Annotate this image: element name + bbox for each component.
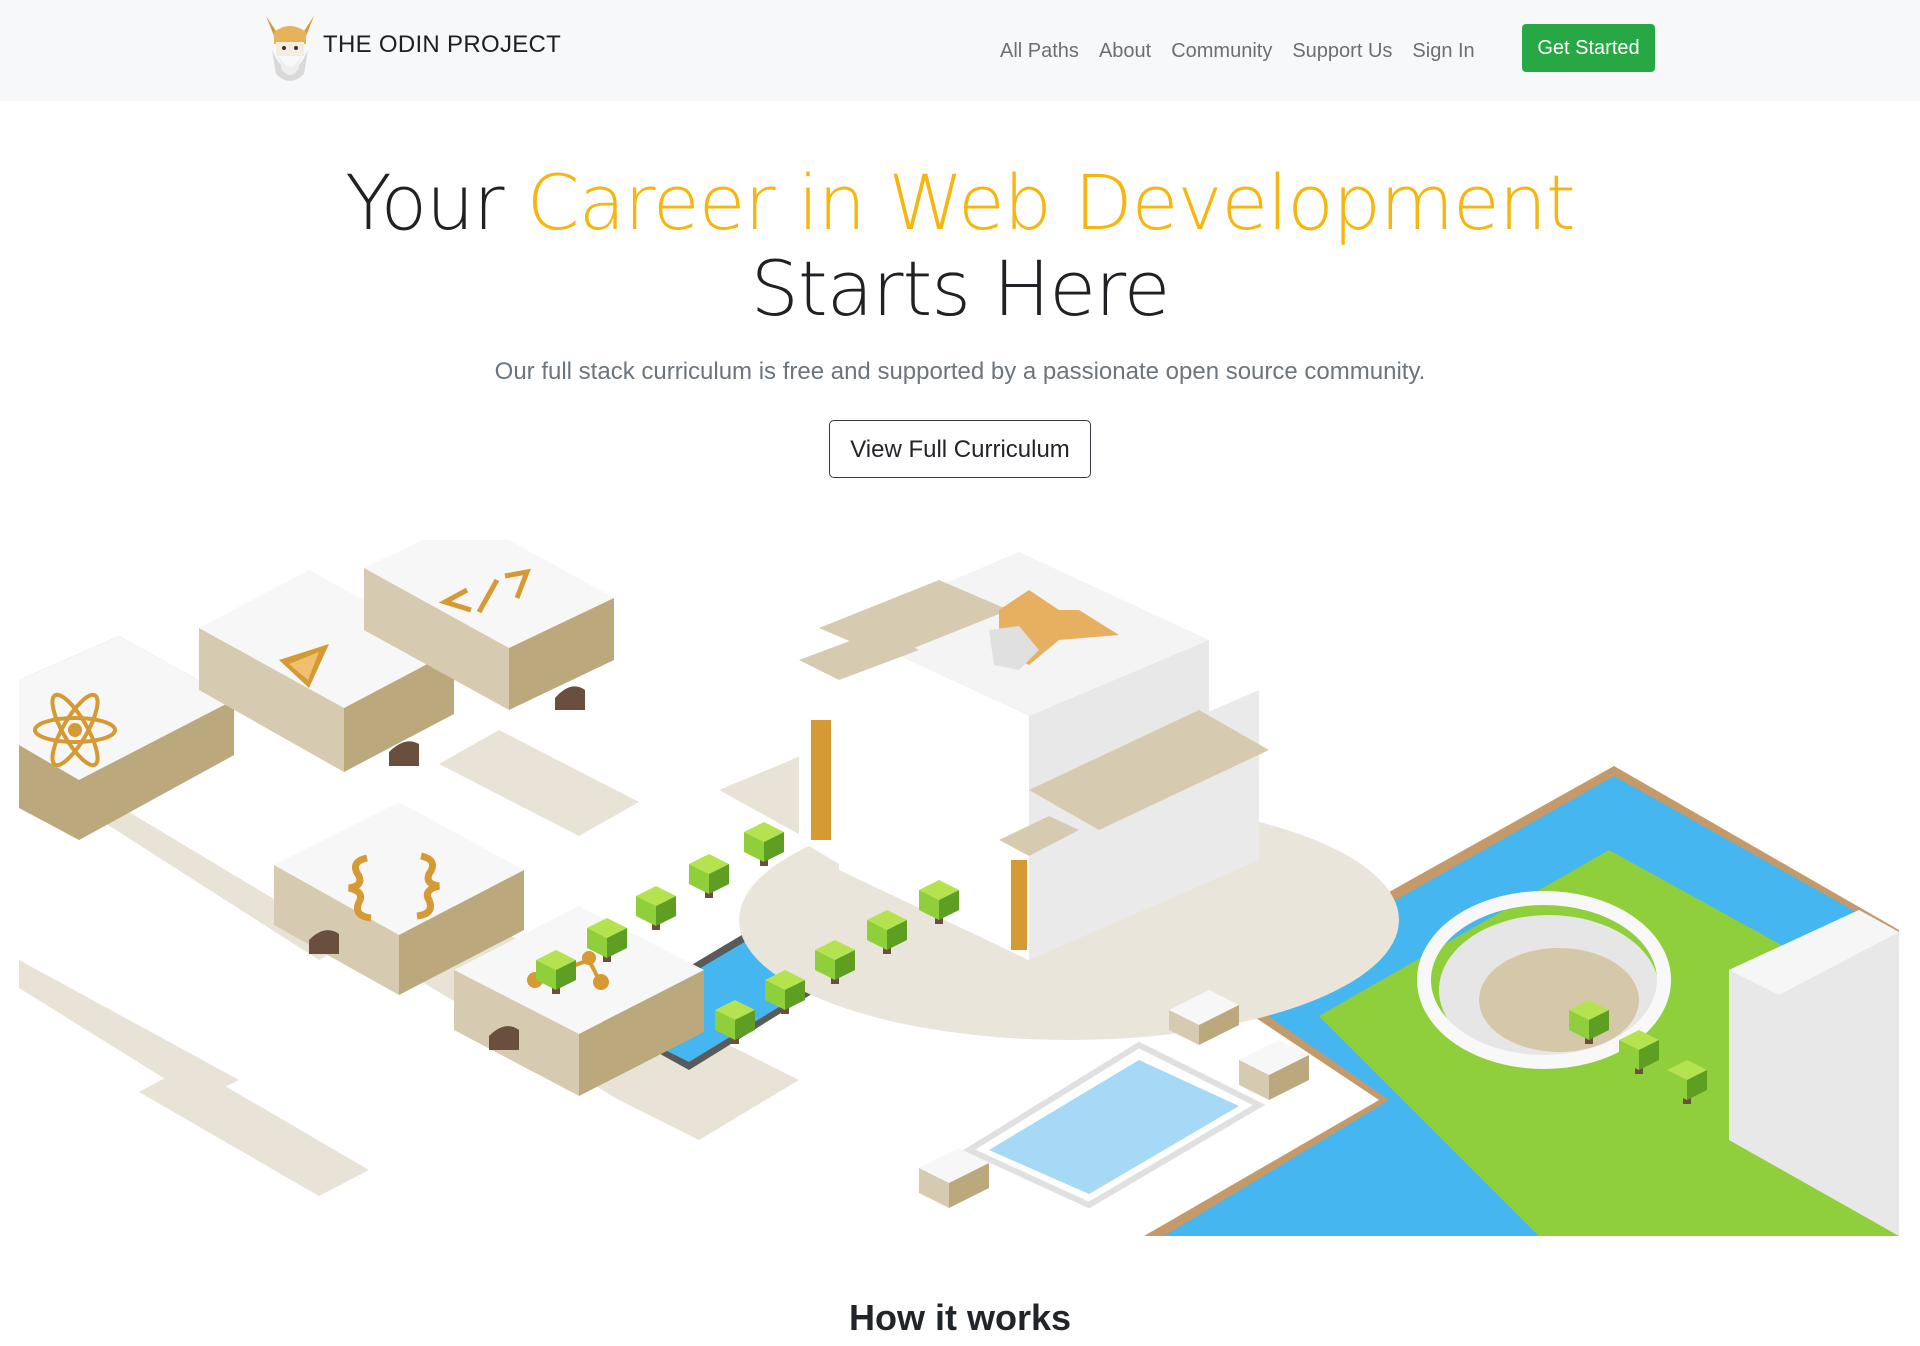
odin-logo-icon: [266, 16, 314, 81]
brand-link[interactable]: THE ODIN PROJECT: [264, 14, 561, 86]
get-started-button[interactable]: Get Started: [1522, 24, 1655, 72]
tree: [744, 822, 784, 866]
nav-link-all-paths[interactable]: All Paths: [1000, 36, 1079, 66]
tree: [689, 854, 729, 898]
nav-link-community[interactable]: Community: [1171, 36, 1272, 66]
hero-title-start: Your: [345, 158, 504, 247]
hero-title-highlight: Career in Web Development: [526, 158, 1576, 247]
nav-link-support-us[interactable]: Support Us: [1292, 36, 1392, 66]
nav-links: All Paths About Community Support Us Sig…: [1000, 36, 1495, 66]
tree: [636, 886, 676, 930]
isometric-campus-illustration: [19, 540, 1899, 1236]
nav-link-sign-in[interactable]: Sign In: [1412, 36, 1474, 66]
hero: Your Career in Web Development Starts He…: [0, 160, 1920, 478]
pool: [962, 1041, 1266, 1209]
hero-subtitle: Our full stack curriculum is free and su…: [494, 358, 1426, 385]
view-curriculum-button[interactable]: View Full Curriculum: [829, 420, 1091, 478]
how-it-works-heading: How it works: [848, 1297, 1072, 1338]
hero-title: Your Career in Web Development Starts He…: [0, 160, 1920, 332]
nav-link-about[interactable]: About: [1099, 36, 1151, 66]
brand-name: THE ODIN PROJECT: [323, 31, 562, 58]
navbar: THE ODIN PROJECT All Paths About Communi…: [0, 0, 1920, 101]
hero-title-end: Starts Here: [750, 244, 1171, 333]
